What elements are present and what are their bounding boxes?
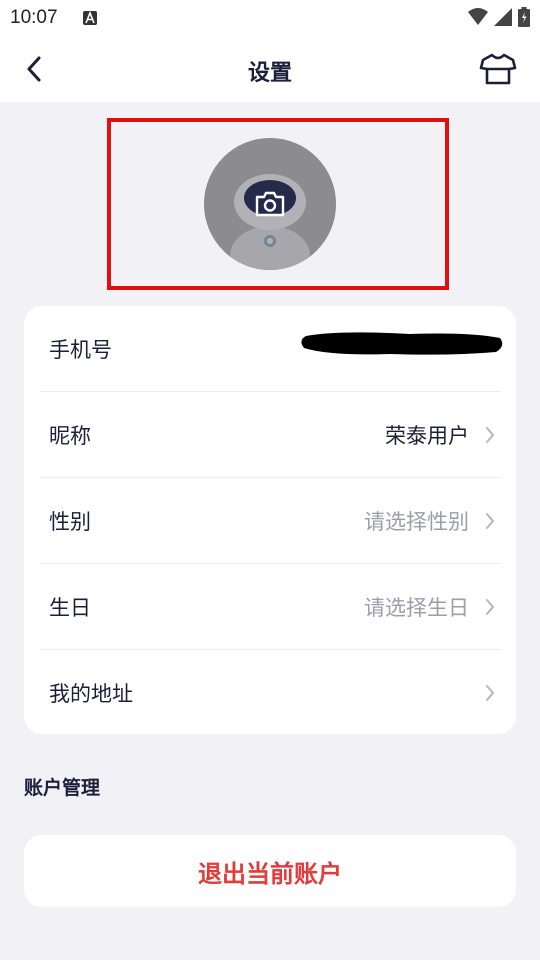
address-label: 我的地址 [49,682,133,706]
gender-label: 性别 [49,510,91,534]
logout-button[interactable]: 退出当前账户 [24,835,516,907]
phone-label: 手机号 [49,338,112,362]
gender-value: 请选择性别 [364,510,469,534]
nickname-value: 荣泰用户 [385,424,469,448]
avatar[interactable] [204,138,336,270]
camera-icon [255,191,285,217]
gender-row[interactable]: 性别 请选择性别 [24,478,516,564]
avatar-area [107,118,449,290]
wifi-icon [468,8,488,25]
nickname-row[interactable]: 昵称 荣泰用户 [24,392,516,478]
redacted-phone-number [301,332,503,355]
chevron-right-icon [486,685,495,701]
nav-bar: 设置 [0,36,540,102]
birthday-value: 请选择生日 [364,596,469,620]
page-title: 设置 [247,61,292,86]
shirt-button[interactable] [478,50,518,88]
signal-icon [494,8,512,26]
notification-a-icon [83,11,97,25]
status-bar: 10:07 [0,0,540,36]
status-time: 10:07 [10,7,58,28]
chevron-right-icon [486,599,495,615]
nickname-label: 昵称 [49,424,91,448]
profile-card: 手机号 昵称 荣泰用户 性别 请选择性别 生日 请选择生日 我的地址 [24,306,516,734]
chevron-right-icon [486,513,495,529]
chevron-right-icon [486,427,495,443]
account-section-title: 账户管理 [24,777,101,799]
status-icons [468,7,530,27]
address-row[interactable]: 我的地址 [24,650,516,736]
birthday-row[interactable]: 生日 请选择生日 [24,564,516,650]
phone-row[interactable]: 手机号 [24,306,516,392]
battery-icon [518,7,530,27]
birthday-label: 生日 [49,596,91,620]
shirt-icon [479,53,517,85]
